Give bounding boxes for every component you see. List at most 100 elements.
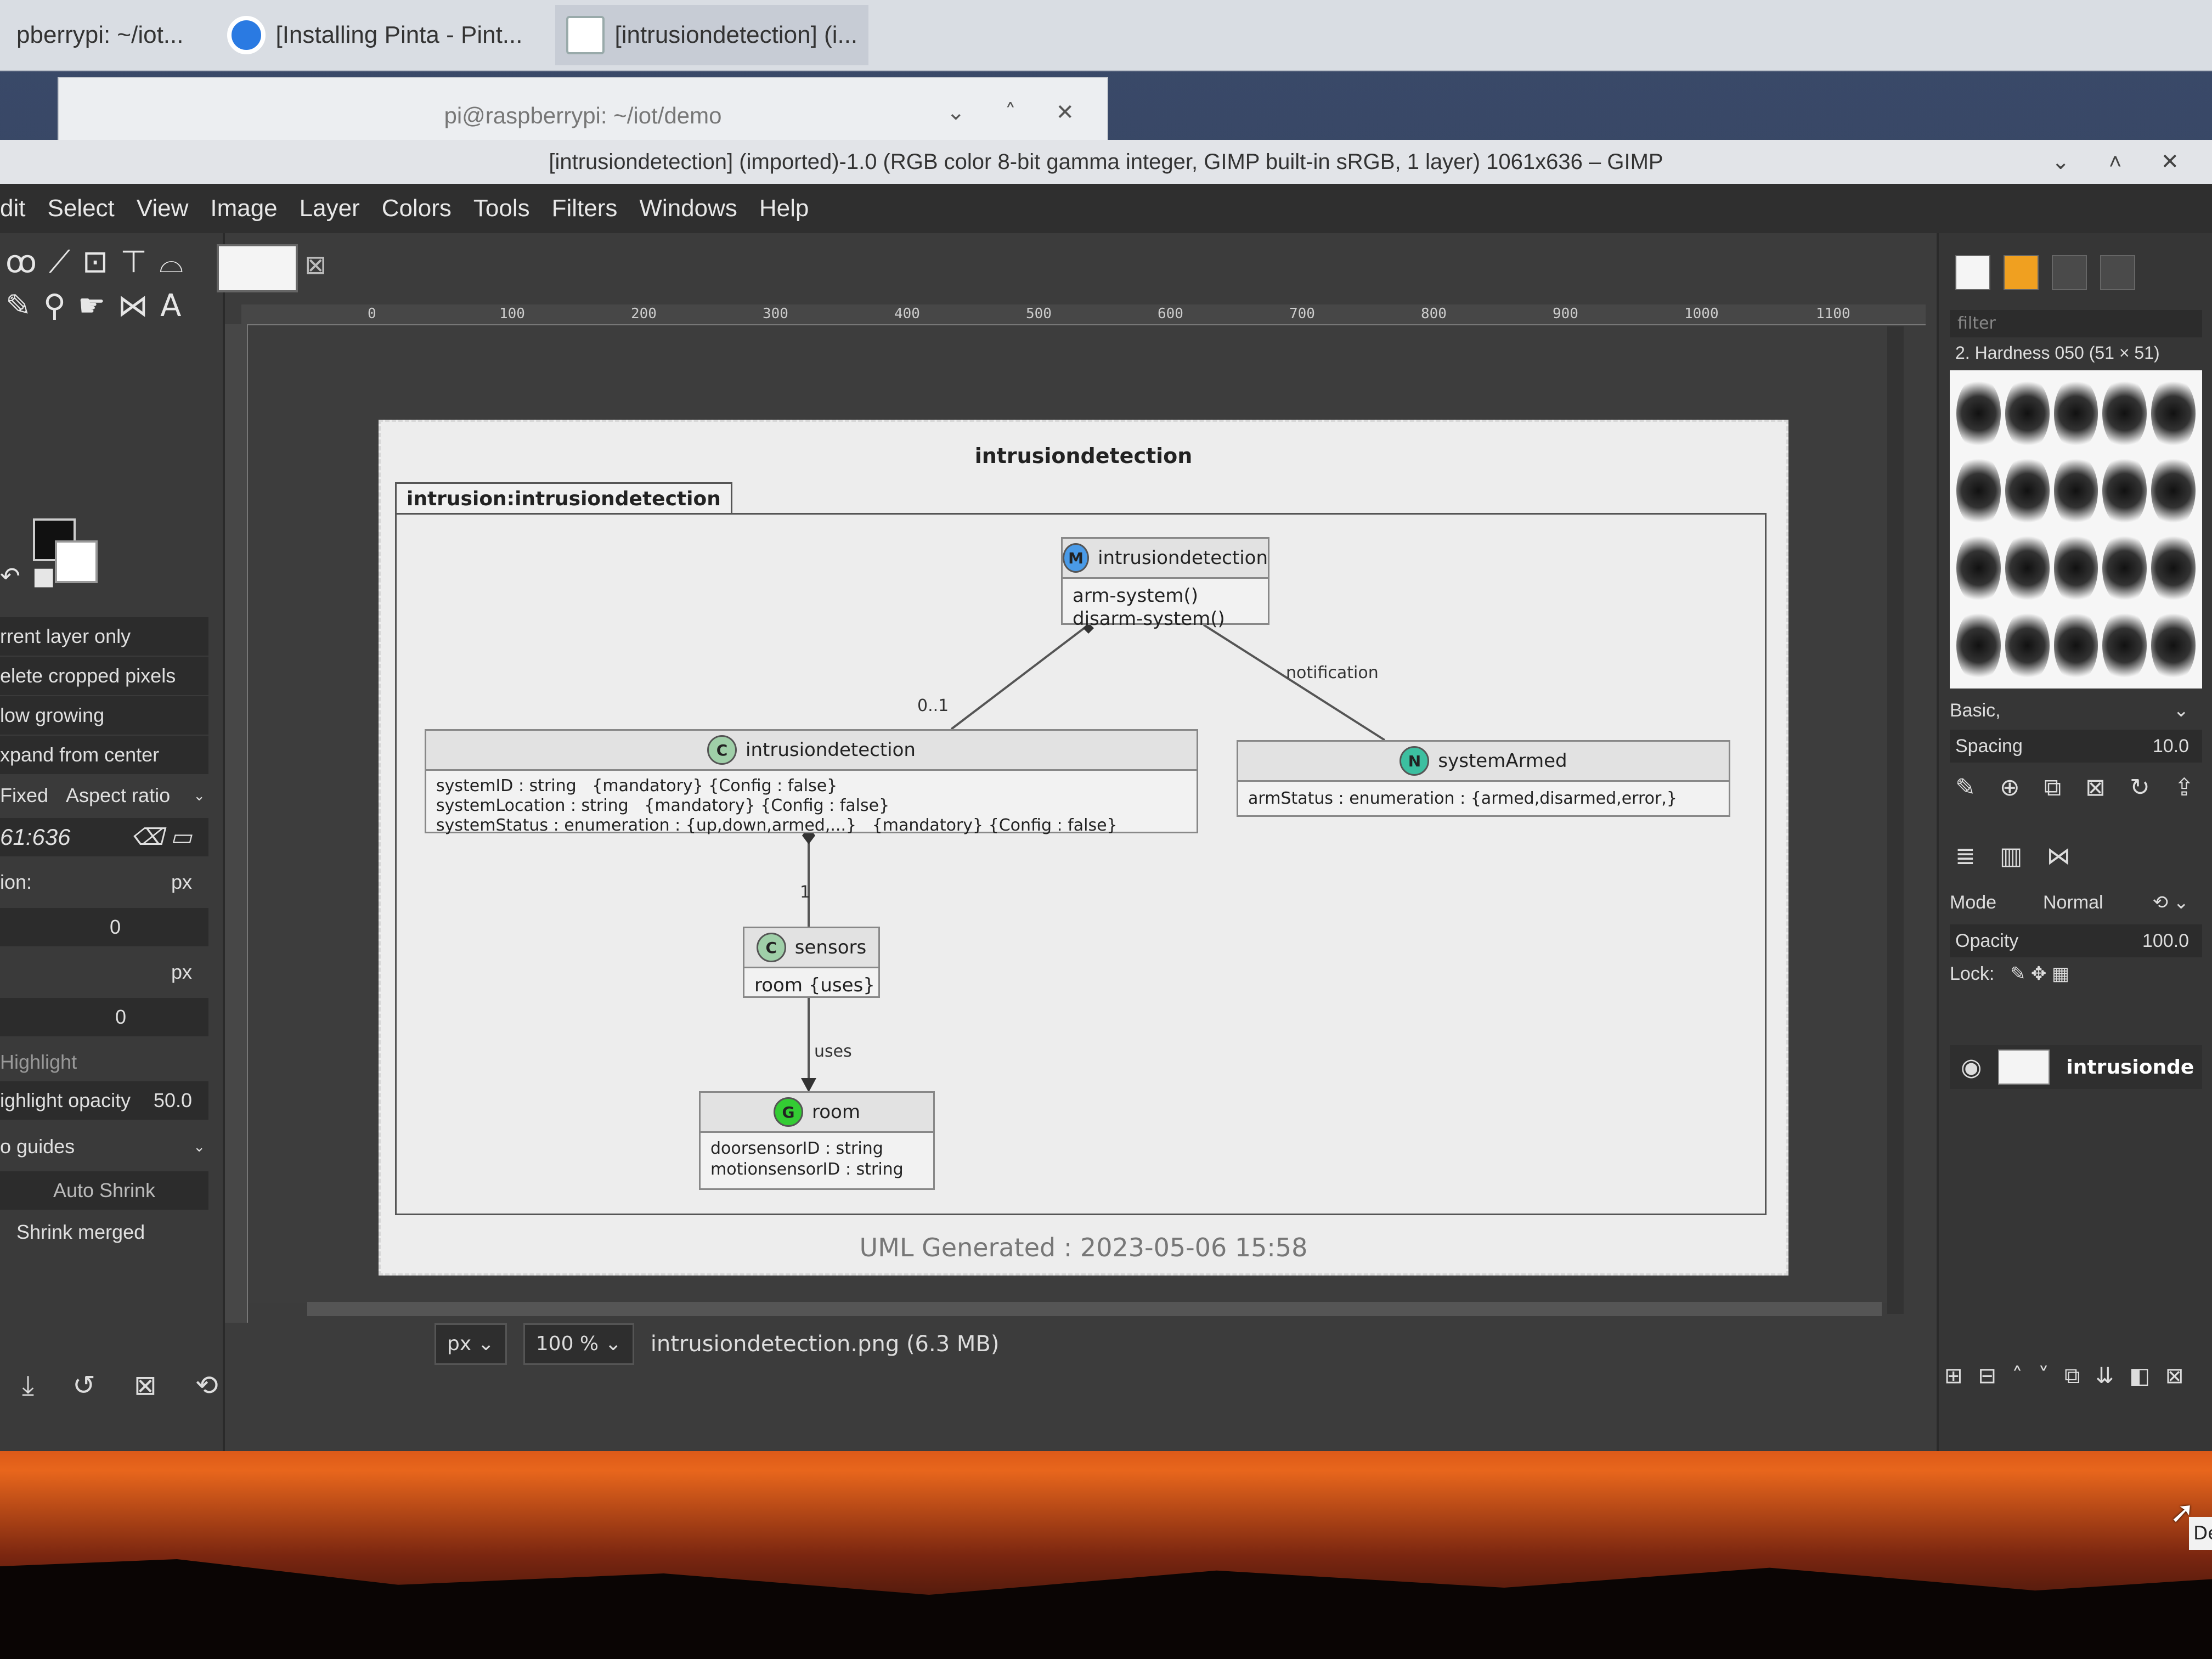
brush-item[interactable]	[1956, 454, 2001, 527]
transform-icon[interactable]: ⊤	[120, 244, 147, 280]
brush-filter-input[interactable]: filter	[1950, 310, 2202, 337]
brush-item[interactable]	[2005, 532, 2050, 605]
fixed-mode-select[interactable]: Aspect ratio	[66, 776, 170, 815]
option-expand-center[interactable]: xpand from center	[0, 736, 208, 774]
unit-select[interactable]: px ⌄	[435, 1323, 507, 1365]
mode-select[interactable]: Normal	[2043, 886, 2103, 919]
undo-icon[interactable]: ↶	[0, 562, 20, 590]
brush-item[interactable]	[2151, 454, 2196, 527]
fonts-tab-icon[interactable]	[2052, 255, 2087, 290]
reset-icon[interactable]: ⟲	[195, 1369, 218, 1402]
brush-item[interactable]	[2151, 609, 2196, 682]
menu-select[interactable]: Select	[47, 195, 114, 222]
highlight-opacity[interactable]: ighlight opacity 50.0	[0, 1081, 208, 1120]
horizontal-scrollbar[interactable]	[307, 1302, 1882, 1316]
option-allow-growing[interactable]: low growing	[0, 696, 208, 735]
shrink-merged-checkbox[interactable]: Shrink merged	[0, 1213, 208, 1251]
text-tool-icon[interactable]: A	[160, 288, 181, 324]
position-x-field[interactable]: 0	[110, 908, 121, 946]
brush-preset-select[interactable]: Basic, ⌄	[1950, 694, 2202, 727]
raise-layer-icon[interactable]: ˄	[2012, 1363, 2023, 1389]
menu-windows[interactable]: Windows	[639, 195, 737, 222]
brush-item[interactable]	[2005, 454, 2050, 527]
brush-item[interactable]	[2005, 609, 2050, 682]
mask-layer-icon[interactable]: ◧	[2129, 1363, 2150, 1389]
menu-image[interactable]: Image	[210, 195, 277, 222]
brush-item[interactable]	[2053, 609, 2098, 682]
menu-edit[interactable]: dit	[0, 195, 25, 222]
brush-grid[interactable]	[1950, 370, 2202, 689]
brush-item[interactable]	[1956, 609, 2001, 682]
window-controls[interactable]: ⌄ ˄ ✕	[2051, 140, 2196, 184]
highlight-opacity-value[interactable]: 50.0	[154, 1081, 192, 1120]
brush-item[interactable]	[2151, 532, 2196, 605]
new-group-icon[interactable]: ⊟	[1978, 1363, 1997, 1389]
lasso-icon[interactable]: ꝏ	[5, 244, 37, 280]
size-fields[interactable]: 0	[0, 998, 208, 1036]
brush-item[interactable]	[2053, 532, 2098, 605]
save-preset-icon[interactable]: ⤓	[22, 1369, 34, 1402]
help-tab-icon[interactable]	[2100, 255, 2135, 290]
clone-icon[interactable]: ⚲	[43, 288, 66, 324]
window-controls[interactable]: ⌄ ˄ ✕	[947, 100, 1091, 125]
opacity-slider[interactable]: Opacity 100.0	[1950, 924, 2202, 957]
menu-filters[interactable]: Filters	[552, 195, 618, 222]
brush-item[interactable]	[2053, 454, 2098, 527]
delete-layer-icon[interactable]: ⊠	[2165, 1363, 2184, 1389]
open-as-image-icon[interactable]: ⇪	[2174, 774, 2194, 802]
brush-item[interactable]	[2102, 532, 2147, 605]
unit-select[interactable]: px	[171, 863, 192, 901]
layer-item[interactable]: ◉ intrusionde	[1950, 1045, 2202, 1089]
menu-layer[interactable]: Layer	[300, 195, 360, 222]
delete-brush-icon[interactable]: ⊠	[2085, 774, 2106, 802]
background-color[interactable]	[55, 540, 98, 583]
taskbar-item-pinta[interactable]: [Installing Pinta - Pint...	[216, 5, 533, 65]
ratio-field[interactable]: 61:636 ⌫ ▭	[0, 818, 208, 856]
option-current-layer-only[interactable]: rrent layer only	[0, 617, 208, 656]
brush-item[interactable]	[2005, 377, 2050, 450]
image-tab-thumbnail[interactable]	[217, 244, 298, 292]
brush-item[interactable]	[2151, 377, 2196, 450]
brush-item[interactable]	[1956, 532, 2001, 605]
zoom-select[interactable]: 100 % ⌄	[523, 1323, 634, 1365]
lower-layer-icon[interactable]: ˅	[2038, 1363, 2049, 1389]
position-fields[interactable]: 0	[0, 908, 208, 946]
paths-tab-icon[interactable]: ⋈	[2046, 842, 2070, 870]
menu-colors[interactable]: Colors	[382, 195, 452, 222]
duplicate-brush-icon[interactable]: ⧉	[2044, 774, 2061, 802]
guides-select[interactable]: o guides ⌄	[0, 1127, 208, 1166]
swap-icon[interactable]: ⌫ ▭	[131, 818, 192, 856]
close-icon[interactable]: ⊠	[304, 250, 326, 280]
spacing-slider[interactable]: Spacing 10.0	[1950, 730, 2202, 763]
channels-tab-icon[interactable]: ▥	[2000, 842, 2023, 870]
taskbar-item-terminal[interactable]: pberrypi: ~/iot...	[5, 5, 194, 65]
auto-shrink-button[interactable]: Auto Shrink	[0, 1171, 208, 1210]
patterns-tab-icon[interactable]	[2004, 255, 2039, 290]
vertical-scrollbar[interactable]	[1887, 326, 1904, 1314]
spacing-value[interactable]: 10.0	[2153, 730, 2189, 763]
taskbar-item-gimp[interactable]: [intrusiondetection] (i...	[555, 5, 869, 65]
unit-select-2[interactable]: px	[171, 953, 192, 991]
ratio-value[interactable]: 61:636	[0, 824, 70, 850]
smudge-icon[interactable]: ☛	[78, 288, 105, 324]
brush-item[interactable]	[2102, 454, 2147, 527]
brush-item[interactable]	[2102, 609, 2147, 682]
refresh-icon[interactable]: ↻	[2130, 774, 2150, 802]
layers-tab-icon[interactable]: ≣	[1955, 842, 1976, 870]
position-y-field[interactable]: 0	[115, 998, 126, 1036]
visibility-eye-icon[interactable]: ◉	[1961, 1053, 1982, 1081]
menu-view[interactable]: View	[137, 195, 189, 222]
image-canvas[interactable]: intrusiondetection intrusion:intrusionde…	[379, 420, 1788, 1276]
highlight-toggle[interactable]: Highlight	[0, 1043, 208, 1081]
menu-help[interactable]: Help	[759, 195, 809, 222]
brushes-tab-icon[interactable]	[1955, 255, 1990, 290]
white-swatch-icon[interactable]: ■	[32, 562, 55, 590]
reset-mode-icon[interactable]: ⟲ ⌄	[2153, 886, 2189, 919]
fuzzy-select-icon[interactable]: ⟋	[49, 244, 70, 280]
eraser-icon[interactable]: ✎	[5, 288, 31, 324]
restore-icon[interactable]: ↺	[72, 1369, 95, 1402]
merge-layer-icon[interactable]: ⇊	[2096, 1363, 2114, 1389]
brush-item[interactable]	[2053, 377, 2098, 450]
lock-pixels-icon[interactable]: ✎ ✥ ▦	[2010, 957, 2069, 990]
edit-brush-icon[interactable]: ✎	[1955, 774, 1976, 802]
